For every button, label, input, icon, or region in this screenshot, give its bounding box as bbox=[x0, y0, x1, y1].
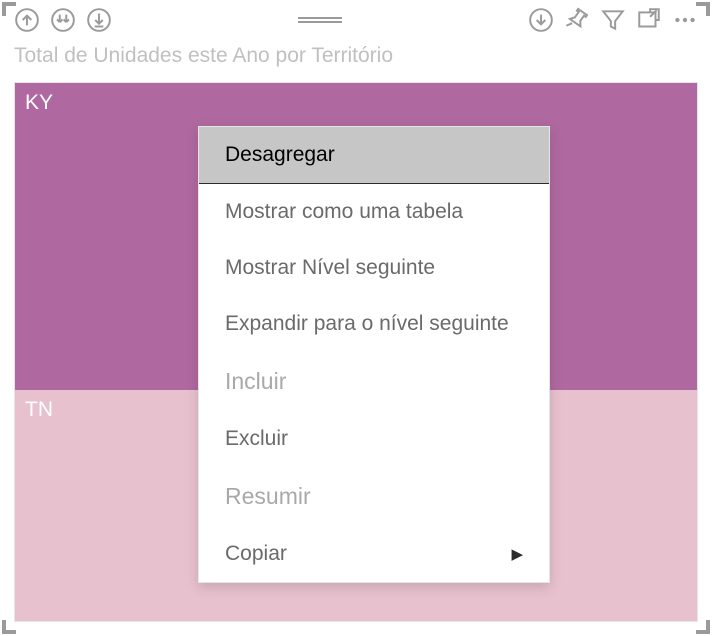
selection-corner-br bbox=[696, 620, 710, 634]
visual-title: Total de Unidades este Ano por Territóri… bbox=[0, 40, 712, 78]
menu-label: Mostrar como uma tabela bbox=[225, 200, 463, 224]
selection-corner-tr bbox=[696, 2, 710, 16]
menu-item-drill[interactable]: Desagregar bbox=[199, 127, 549, 184]
drag-handle-icon[interactable] bbox=[295, 15, 345, 25]
menu-item-show-table[interactable]: Mostrar como uma tabela bbox=[199, 184, 549, 240]
drill-up-icon[interactable] bbox=[12, 5, 42, 35]
pin-icon[interactable] bbox=[562, 5, 592, 35]
menu-item-summarize[interactable]: Resumir bbox=[199, 467, 549, 526]
menu-label: Resumir bbox=[225, 483, 311, 510]
menu-label: Desagregar bbox=[225, 143, 335, 167]
expand-hierarchy-icon[interactable] bbox=[84, 5, 114, 35]
focus-mode-icon[interactable] bbox=[634, 5, 664, 35]
filter-icon[interactable] bbox=[598, 5, 628, 35]
chevron-right-icon: ▶ bbox=[511, 545, 523, 563]
selection-corner-tl bbox=[2, 2, 16, 16]
menu-item-copy[interactable]: Copiar ▶ bbox=[199, 526, 549, 582]
menu-item-include[interactable]: Incluir bbox=[199, 352, 549, 411]
tile-label: TN bbox=[25, 398, 53, 421]
drill-down-all-icon[interactable] bbox=[48, 5, 78, 35]
menu-item-expand-next[interactable]: Expandir para o nível seguinte bbox=[199, 296, 549, 352]
visual-toolbar bbox=[0, 0, 712, 40]
menu-label: Excluir bbox=[225, 427, 288, 451]
menu-label: Mostrar Nível seguinte bbox=[225, 256, 435, 280]
menu-item-exclude[interactable]: Excluir bbox=[199, 411, 549, 467]
selection-corner-bl bbox=[2, 620, 16, 634]
drill-down-single-icon[interactable] bbox=[526, 5, 556, 35]
menu-label: Copiar bbox=[225, 542, 287, 566]
menu-label: Expandir para o nível seguinte bbox=[225, 312, 509, 336]
menu-label: Incluir bbox=[225, 368, 286, 395]
tile-label: KY bbox=[25, 91, 53, 114]
context-menu: Desagregar Mostrar como uma tabela Mostr… bbox=[198, 126, 550, 583]
menu-item-next-level[interactable]: Mostrar Nível seguinte bbox=[199, 240, 549, 296]
